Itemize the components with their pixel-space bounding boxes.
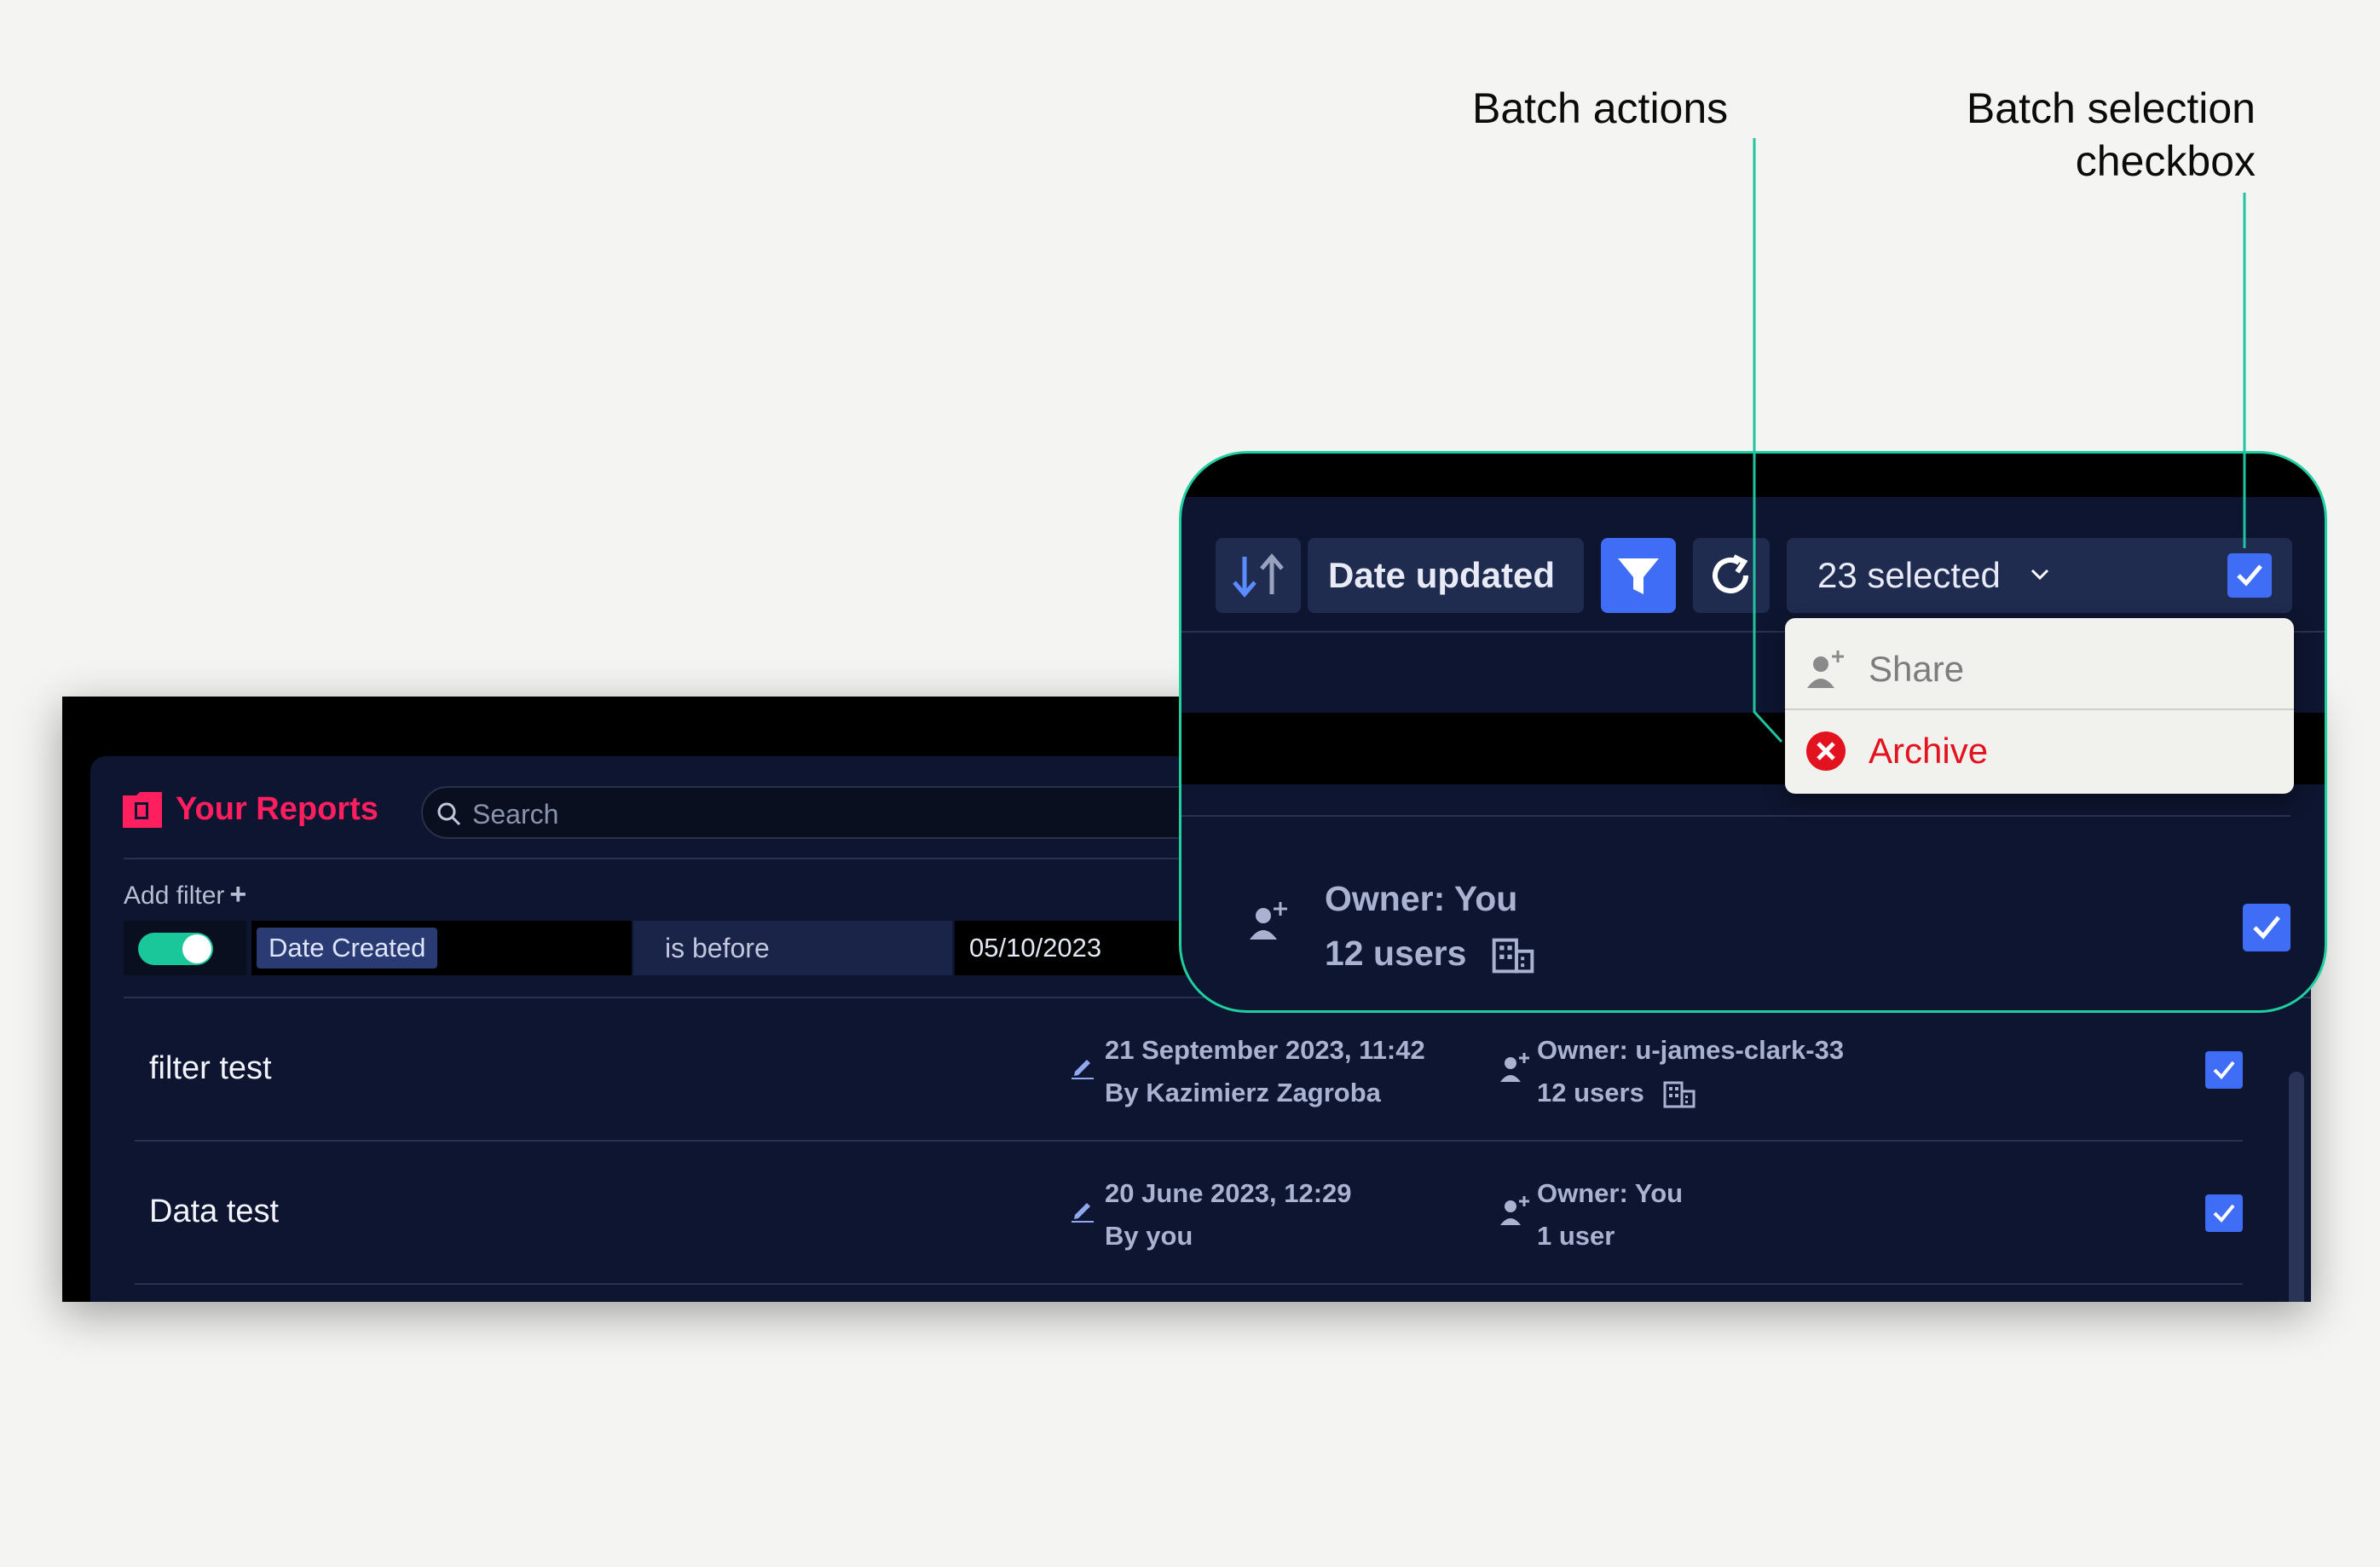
add-filter-label: Add filter — [124, 882, 225, 910]
report-author: By Kazimierz Zagroba — [1105, 1078, 1381, 1107]
share-user-icon[interactable] — [1245, 899, 1291, 945]
batch-selected-dropdown[interactable]: 23 selected — [1787, 538, 2292, 613]
report-updated: 20 June 2023, 12:29 By you — [1105, 1172, 1352, 1258]
report-name[interactable]: Data test — [149, 1191, 279, 1232]
shared-users: 12 users — [1537, 1072, 1844, 1114]
page-title: Your Reports — [176, 791, 378, 827]
menu-item-archive[interactable]: Archive — [1785, 710, 2294, 792]
shared-users-count: 12 users — [1325, 934, 1467, 973]
scrollbar-thumb[interactable] — [2289, 1072, 2304, 1302]
archive-x-icon — [1806, 731, 1846, 771]
filter-value-input[interactable]: 05/10/2023 — [955, 921, 1210, 975]
zoom-callout: Date updated 23 selected Owner: You 12 u… — [1179, 451, 2327, 1013]
refresh-icon[interactable] — [1693, 538, 1770, 613]
filter-toggle[interactable] — [138, 933, 213, 965]
batch-select-checkbox[interactable] — [2227, 553, 2272, 598]
building-icon — [1493, 938, 1534, 974]
table-row[interactable]: filter test 21 September 2023, 11:42 By … — [135, 998, 2243, 1142]
menu-item-label: Archive — [1869, 731, 1989, 771]
reports-folder-icon — [123, 792, 162, 828]
row-checkbox[interactable] — [2205, 1051, 2243, 1089]
shared-users-count: 12 users — [1537, 1078, 1644, 1107]
share-user-icon[interactable] — [1495, 1049, 1533, 1087]
filter-toggle-cell — [124, 921, 246, 975]
owner-name: Owner: u-james-clark-33 — [1537, 1035, 1845, 1065]
report-owner: Owner: u-james-clark-33 12 users — [1537, 1029, 1844, 1114]
report-date: 21 September 2023, 11:42 — [1105, 1035, 1425, 1065]
menu-item-label: Share — [1869, 649, 1965, 689]
shared-users: 12 users — [1325, 926, 1534, 980]
search-placeholder: Search — [472, 799, 559, 830]
report-updated: 21 September 2023, 11:42 By Kazimierz Za… — [1105, 1029, 1425, 1114]
share-user-icon[interactable] — [1495, 1193, 1533, 1230]
pencil-icon[interactable] — [1068, 1051, 1097, 1080]
share-user-icon — [1807, 651, 1844, 688]
batch-actions-menu: Share Archive — [1785, 618, 2294, 794]
batch-selection-label: Batch selection checkbox — [1875, 82, 2256, 188]
owner-name: Owner: You — [1537, 1178, 1684, 1208]
batch-selection-label-line1: Batch selection — [1966, 84, 2256, 132]
pencil-icon[interactable] — [1068, 1194, 1097, 1223]
sort-direction-button[interactable] — [1216, 538, 1301, 613]
menu-item-share[interactable]: Share — [1785, 628, 2294, 710]
plus-icon: + — [229, 878, 247, 911]
filter-field-select[interactable]: Date Created — [251, 921, 632, 975]
filter-icon[interactable] — [1601, 538, 1676, 613]
building-icon — [1663, 1081, 1695, 1108]
selected-count: 23 selected — [1817, 555, 2001, 595]
report-date: 20 June 2023, 12:29 — [1105, 1178, 1352, 1208]
zoom-owner: Owner: You 12 users — [1325, 871, 1534, 980]
search-icon — [437, 802, 461, 826]
owner-name: Owner: You — [1325, 879, 1518, 918]
batch-actions-label: Batch actions — [1472, 84, 1729, 132]
add-filter-button[interactable]: Add filter + — [124, 878, 246, 912]
filter-field-chip: Date Created — [257, 928, 438, 969]
row-divider — [1181, 815, 2290, 817]
shared-users-count: 1 user — [1537, 1221, 1615, 1251]
toggle-knob — [182, 934, 211, 963]
report-name[interactable]: filter test — [149, 1048, 272, 1089]
filter-row: Date Created is before 05/10/2023 — [124, 921, 1232, 975]
filter-operator-select[interactable]: is before — [633, 921, 952, 975]
report-author: By you — [1105, 1221, 1193, 1251]
batch-selection-label-line2: checkbox — [2075, 137, 2256, 185]
table-row[interactable]: Data test 20 June 2023, 12:29 By you Own… — [135, 1142, 2243, 1285]
zoom-topbar — [1181, 454, 2325, 497]
row-checkbox[interactable] — [2205, 1194, 2243, 1232]
chevron-down-icon — [2031, 569, 2049, 581]
sort-field-button[interactable]: Date updated — [1308, 538, 1584, 613]
report-owner: Owner: You 1 user — [1537, 1172, 1683, 1258]
row-checkbox[interactable] — [2243, 904, 2290, 951]
